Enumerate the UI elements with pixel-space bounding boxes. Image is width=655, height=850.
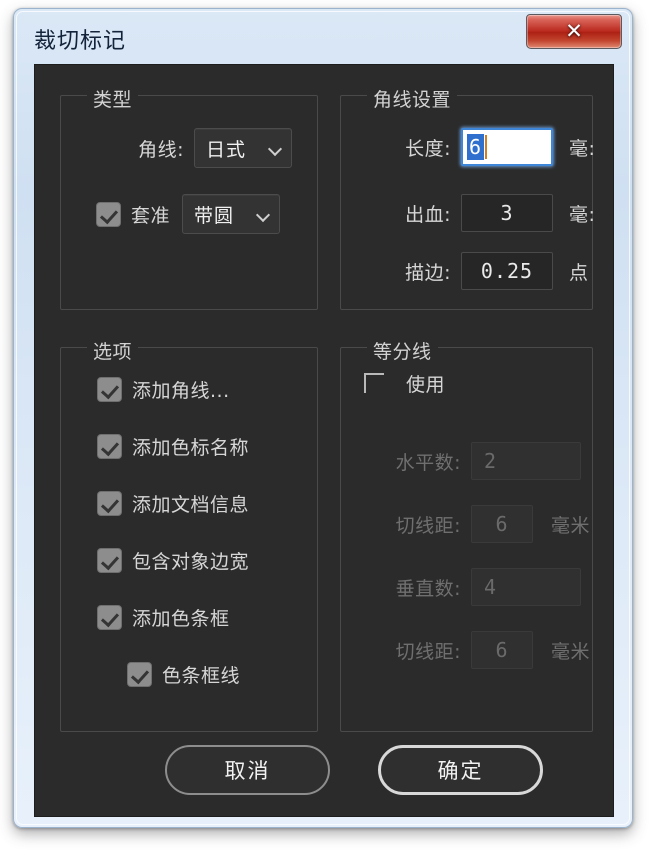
option-label: 添加色条框 (132, 608, 230, 630)
option-row-4[interactable]: 添加色条框 (97, 604, 230, 631)
horizontal-count-input[interactable]: 2 (471, 442, 581, 480)
chevron-down-icon (257, 210, 271, 219)
vertical-offset-unit: 毫米 (551, 640, 591, 663)
row-vertical-offset: 切线距: 6 毫米 (351, 631, 590, 669)
row-horizontal-offset: 切线距: 6 毫米 (351, 505, 590, 543)
chevron-down-icon (269, 144, 283, 153)
option-label: 色条框线 (162, 665, 241, 687)
close-icon: ✕ (565, 19, 583, 43)
option-checkbox-include-object-stroke[interactable] (97, 548, 122, 573)
group-type-title: 类型 (87, 85, 139, 112)
row-length: 长度: 6 毫: (363, 128, 595, 166)
horizontal-offset-unit: 毫米 (551, 514, 591, 537)
vertical-offset-input[interactable]: 6 (471, 631, 533, 669)
registration-checkbox[interactable] (96, 201, 121, 227)
group-type: 类型 角线: 日式 套准 带圆 (60, 85, 318, 310)
option-row-3[interactable]: 包含对象边宽 (97, 547, 249, 574)
registration-dropdown[interactable]: 带圆 (182, 194, 281, 234)
cancel-button-label: 取消 (224, 759, 271, 783)
registration-value: 带圆 (194, 204, 235, 227)
length-label: 长度: (405, 137, 451, 160)
horizontal-count-label: 水平数: (395, 451, 461, 474)
option-row-2[interactable]: 添加文档信息 (97, 490, 249, 517)
ok-button[interactable]: 确定 (378, 745, 543, 795)
stroke-label: 描边: (405, 261, 451, 284)
vertical-count-input[interactable]: 4 (471, 568, 581, 606)
option-checkbox-add-color-bar-frame[interactable] (97, 605, 122, 630)
length-value: 6 (467, 134, 485, 160)
bleed-input[interactable]: 3 (461, 194, 553, 232)
row-stroke: 描边: 0.25 点 (363, 252, 589, 290)
stroke-value: 0.25 (480, 259, 534, 283)
row-registration: 套准 带圆 (96, 194, 281, 234)
screen: 裁切标记 ✕ 类型 角线: 日式 套准 带圆 角线设置 长度: 6 毫: 出血:… (0, 0, 655, 850)
bleed-value: 3 (500, 201, 514, 225)
row-corner-mark: 角线: 日式 (96, 128, 292, 168)
group-mark-settings-title: 角线设置 (367, 85, 458, 112)
option-checkbox-add-corner-marks[interactable] (97, 377, 122, 402)
group-divide-lines: 等分线 使用 水平数: 2 切线距: 6 毫米 垂直数: 4 切线距: 6 毫米 (340, 337, 593, 732)
text-caret (485, 135, 488, 159)
group-mark-settings: 角线设置 长度: 6 毫: 出血: 3 毫: 描边: 0.25 点 (340, 85, 595, 310)
title-bar[interactable]: 裁切标记 ✕ (14, 9, 632, 65)
vertical-count-label: 垂直数: (395, 577, 461, 600)
option-checkbox-add-doc-info[interactable] (97, 491, 122, 516)
option-label: 添加角线... (132, 380, 230, 402)
corner-mark-label: 角线: (138, 138, 184, 161)
stroke-input[interactable]: 0.25 (461, 252, 553, 290)
bleed-unit: 毫: (569, 203, 596, 226)
option-label: 包含对象边宽 (132, 551, 250, 573)
option-row-0[interactable]: 添加角线... (97, 376, 230, 403)
option-checkbox-add-color-names[interactable] (97, 434, 122, 459)
dialog-window: 裁切标记 ✕ 类型 角线: 日式 套准 带圆 角线设置 长度: 6 毫: 出血:… (13, 8, 633, 828)
option-label: 添加文档信息 (132, 494, 250, 516)
dialog-content: 类型 角线: 日式 套准 带圆 角线设置 长度: 6 毫: 出血: 3 毫: 描… (34, 64, 614, 817)
horizontal-offset-input[interactable]: 6 (471, 505, 533, 543)
row-horizontal-count: 水平数: 2 (351, 442, 581, 480)
corner-mark-dropdown[interactable]: 日式 (194, 128, 292, 168)
group-options-title: 选项 (87, 337, 139, 364)
vertical-offset-value: 6 (495, 638, 509, 662)
row-bleed: 出血: 3 毫: (363, 194, 595, 232)
group-options: 选项 添加角线... 添加色标名称 添加文档信息 包含对象边宽 添加色条框 色条… (60, 337, 318, 732)
divide-enable-label: 使用 (406, 374, 446, 396)
option-row-5[interactable]: 色条框线 (127, 661, 240, 688)
corner-mark-value: 日式 (206, 138, 247, 161)
registration-label: 套准 (131, 204, 171, 227)
group-divide-lines-title: 等分线 (367, 337, 438, 364)
close-button[interactable]: ✕ (526, 14, 622, 49)
horizontal-count-value: 2 (484, 449, 498, 473)
horizontal-offset-value: 6 (495, 512, 509, 536)
horizontal-offset-label: 切线距: (395, 514, 461, 537)
option-row-1[interactable]: 添加色标名称 (97, 433, 249, 460)
bleed-label: 出血: (405, 203, 451, 226)
ok-button-label: 确定 (437, 759, 484, 783)
row-vertical-count: 垂直数: 4 (351, 568, 581, 606)
cancel-button[interactable]: 取消 (165, 745, 330, 795)
divide-enable-checkbox[interactable] (363, 371, 388, 396)
length-input[interactable]: 6 (461, 128, 553, 166)
option-label: 添加色标名称 (132, 437, 250, 459)
vertical-count-value: 4 (484, 575, 498, 599)
vertical-offset-label: 切线距: (395, 640, 461, 663)
window-title: 裁切标记 (34, 29, 127, 54)
option-checkbox-color-bar-frame-line[interactable] (127, 662, 152, 687)
row-divide-enable[interactable]: 使用 (363, 370, 445, 397)
length-unit: 毫: (569, 137, 596, 160)
stroke-unit: 点 (569, 261, 589, 284)
